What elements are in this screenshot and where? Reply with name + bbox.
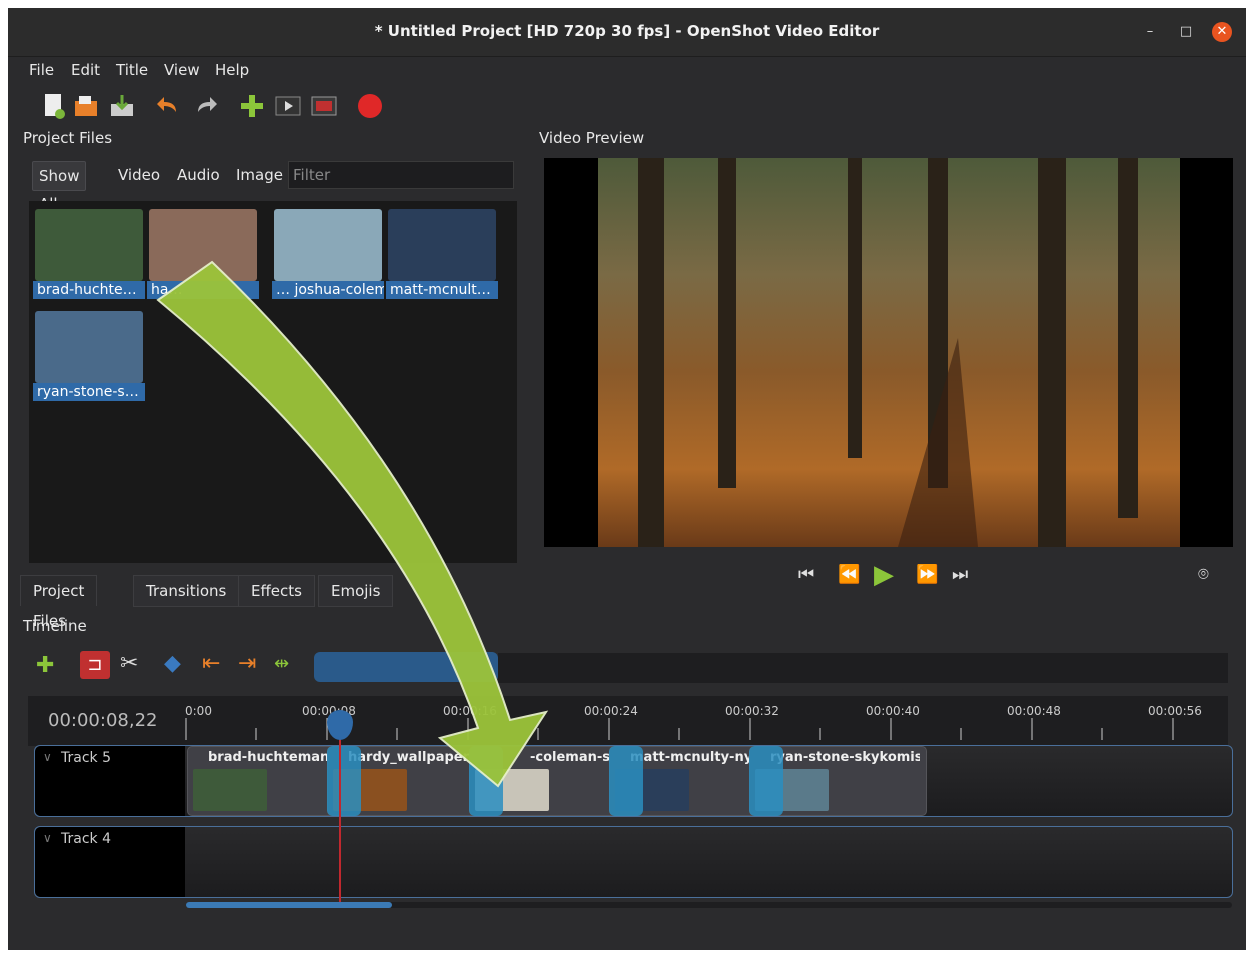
file-item[interactable]: brad-huchte… bbox=[33, 209, 145, 299]
file-thumbnail bbox=[388, 209, 496, 281]
filter-input[interactable]: Filter bbox=[288, 161, 514, 189]
clip-name: brad-huchteman-s bbox=[208, 750, 338, 765]
add-marker-icon[interactable]: ◆ bbox=[164, 651, 181, 676]
center-playhead-icon[interactable]: ⇹ bbox=[274, 653, 289, 674]
timeline-ruler[interactable]: 00:00:08,22 0:00 00:00:08 00:00:16 00:00… bbox=[28, 696, 1228, 746]
transition[interactable] bbox=[609, 746, 643, 816]
tab-emojis[interactable]: Emojis bbox=[318, 575, 394, 607]
clip-name: ryan-stone-skykomis… bbox=[770, 750, 920, 765]
razor-icon[interactable]: ✂ bbox=[120, 651, 138, 676]
window-title: * Untitled Project [HD 720p 30 fps] - Op… bbox=[374, 22, 880, 40]
file-thumbnail bbox=[274, 209, 382, 281]
add-track-icon[interactable]: ✚ bbox=[36, 653, 54, 678]
app-window: * Untitled Project [HD 720p 30 fps] - Op… bbox=[8, 8, 1246, 950]
preview-frame bbox=[598, 158, 1180, 547]
close-icon[interactable]: ✕ bbox=[1212, 22, 1232, 42]
track-5[interactable]: ∨ Track 5 brad-huchteman-s hardy_wallpap… bbox=[34, 745, 1233, 817]
file-item[interactable]: … joshua-colem… bbox=[272, 209, 384, 299]
clip-thumbnail bbox=[193, 769, 267, 811]
timeline-scrollbar[interactable] bbox=[186, 902, 1232, 908]
file-item[interactable]: ha… bbox=[147, 209, 259, 299]
import-files-icon[interactable] bbox=[238, 92, 266, 120]
record-icon[interactable] bbox=[356, 92, 384, 120]
open-project-icon[interactable] bbox=[72, 92, 100, 120]
play-icon[interactable]: ▶ bbox=[874, 560, 894, 590]
minimize-icon[interactable]: – bbox=[1140, 22, 1160, 42]
menu-title[interactable]: Title bbox=[116, 61, 148, 79]
track-4[interactable]: ∨ Track 4 bbox=[34, 826, 1233, 898]
file-item[interactable]: matt-mcnult… bbox=[386, 209, 498, 299]
timeline-title: Timeline bbox=[23, 617, 87, 635]
tab-transitions[interactable]: Transitions bbox=[133, 575, 240, 607]
menu-bar: File Edit Title View Help bbox=[8, 57, 1246, 83]
clip-name: hardy_wallpaper_ bbox=[348, 750, 476, 765]
menu-help[interactable]: Help bbox=[215, 61, 249, 79]
zoom-track bbox=[498, 653, 1228, 683]
file-label: … joshua-colem… bbox=[272, 281, 384, 299]
chevron-down-icon[interactable]: ∨ bbox=[43, 831, 52, 845]
transition[interactable] bbox=[749, 746, 783, 816]
timeline-scrollbar-thumb[interactable] bbox=[186, 902, 392, 908]
file-label: brad-huchte… bbox=[33, 281, 145, 299]
track-name: Track 4 bbox=[61, 831, 111, 847]
fast-forward-icon[interactable]: ⏩ bbox=[916, 564, 938, 585]
save-project-icon[interactable] bbox=[108, 92, 136, 120]
new-project-icon[interactable] bbox=[40, 92, 68, 120]
track-header: ∨ Track 4 bbox=[35, 827, 185, 897]
filter-video[interactable]: Video bbox=[112, 161, 166, 189]
tab-effects[interactable]: Effects bbox=[238, 575, 315, 607]
next-marker-icon[interactable]: ⇥ bbox=[238, 651, 256, 676]
file-thumbnail bbox=[35, 209, 143, 281]
video-preview bbox=[544, 158, 1233, 547]
redo-icon[interactable] bbox=[192, 92, 220, 120]
main-toolbar bbox=[8, 86, 1246, 124]
chevron-down-icon[interactable]: ∨ bbox=[43, 750, 52, 764]
filter-audio[interactable]: Audio bbox=[171, 161, 226, 189]
timeline-clip[interactable]: brad-huchteman-s bbox=[187, 746, 347, 816]
snap-magnet-icon[interactable]: ⊐ bbox=[80, 651, 110, 679]
tab-project-files[interactable]: Project Files bbox=[20, 575, 98, 630]
preview-icon[interactable] bbox=[274, 92, 302, 120]
file-thumbnail bbox=[149, 209, 257, 281]
project-files-list[interactable]: brad-huchte… ha… … joshua-colem… matt-mc… bbox=[29, 201, 517, 563]
previous-marker-icon[interactable]: ⇤ bbox=[202, 651, 220, 676]
undo-icon[interactable] bbox=[154, 92, 182, 120]
playhead-line bbox=[339, 712, 341, 904]
file-label: ryan-stone-s… bbox=[33, 383, 145, 401]
menu-view[interactable]: View bbox=[164, 61, 200, 79]
maximize-icon[interactable]: □ bbox=[1176, 22, 1196, 42]
zoom-slider[interactable] bbox=[314, 652, 498, 682]
filter-show-all[interactable]: Show All bbox=[32, 161, 87, 213]
jump-start-icon[interactable]: ⏮ bbox=[798, 564, 814, 585]
menu-edit[interactable]: Edit bbox=[71, 61, 100, 79]
track-name: Track 5 bbox=[61, 750, 111, 766]
fullscreen-icon[interactable] bbox=[310, 92, 338, 120]
project-files-title: Project Files bbox=[23, 129, 113, 147]
snapshot-icon[interactable]: ⌾ bbox=[1198, 564, 1209, 585]
title-bar: * Untitled Project [HD 720p 30 fps] - Op… bbox=[8, 8, 1246, 57]
ruler-ticks bbox=[185, 718, 1174, 740]
timeline-toolbar: ✚ ⊐ ✂ ◆ ⇤ ⇥ ⇹ bbox=[28, 649, 1236, 687]
rewind-icon[interactable]: ⏪ bbox=[838, 564, 860, 585]
track-header: ∨ Track 5 bbox=[35, 746, 185, 816]
file-thumbnail bbox=[35, 311, 143, 383]
clip-name: matt-mcnulty-nyc- bbox=[630, 750, 760, 765]
file-item[interactable]: ryan-stone-s… bbox=[33, 311, 145, 401]
file-label: ha… bbox=[147, 281, 259, 299]
filter-image[interactable]: Image bbox=[230, 161, 289, 189]
menu-file[interactable]: File bbox=[29, 61, 54, 79]
transition[interactable] bbox=[327, 746, 361, 816]
transition[interactable] bbox=[469, 746, 503, 816]
video-preview-title: Video Preview bbox=[539, 129, 645, 147]
jump-end-icon[interactable]: ⏭ bbox=[952, 564, 968, 585]
file-label: matt-mcnult… bbox=[386, 281, 498, 299]
